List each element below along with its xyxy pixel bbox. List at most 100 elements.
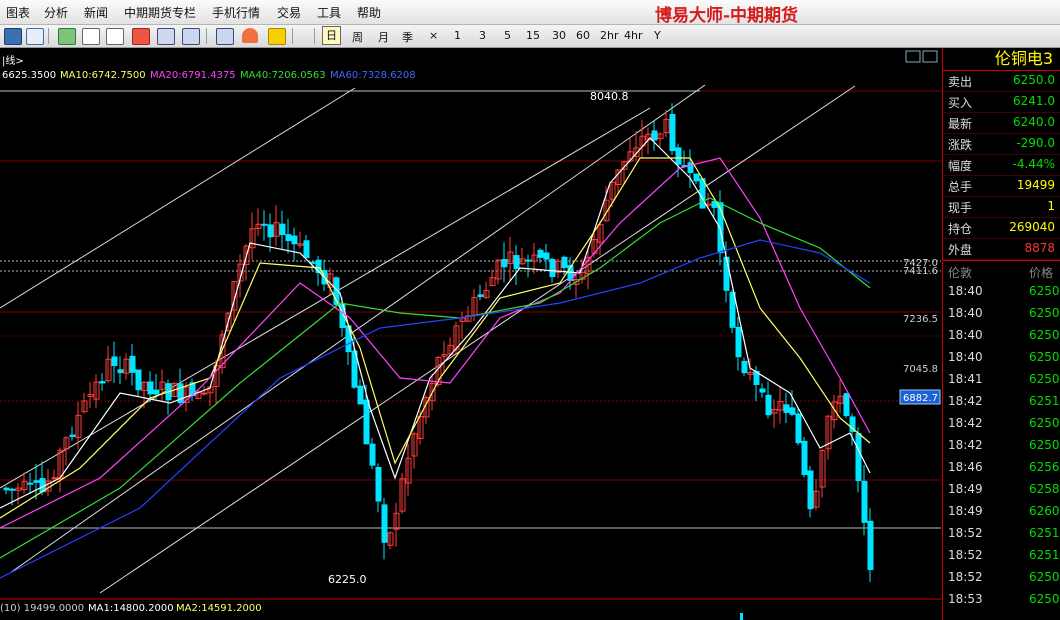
tick-price: 6251 <box>1029 526 1060 540</box>
candlestick-chart[interactable]: |线> 6625.3500 MA10:6742.7500 MA20:6791.4… <box>0 48 941 620</box>
flash-order-icon[interactable] <box>268 28 286 45</box>
period-2hr[interactable]: 2hr <box>600 29 619 42</box>
indicator-ma20: MA20:6791.4375 <box>150 70 236 81</box>
draw-line-icon[interactable] <box>216 28 234 45</box>
period-60min[interactable]: 60 <box>576 29 590 42</box>
candle-body <box>369 443 376 466</box>
period-15min[interactable]: 15 <box>526 29 540 42</box>
candle-body <box>381 504 388 543</box>
period-week[interactable]: 周 <box>352 29 363 45</box>
candle-body <box>303 240 310 259</box>
candle-body <box>651 130 658 141</box>
trend-line <box>9 84 706 574</box>
low-price-label: 6225.0 <box>328 573 367 586</box>
tick-row: 18:40 6250 <box>943 303 1060 325</box>
tick-price: 6251 <box>1029 394 1060 408</box>
menu-zhongqi-column[interactable]: 中期期货专栏 <box>124 4 196 21</box>
candle-body <box>537 249 544 258</box>
period-close[interactable]: × <box>429 29 438 42</box>
tick-time: 18:49 <box>948 482 983 496</box>
menu-mobile-quotes[interactable]: 手机行情 <box>212 4 260 21</box>
period-3min[interactable]: 3 <box>479 29 486 42</box>
tick-price: 6250 <box>1029 306 1060 320</box>
quote-value: 6241.0 <box>1013 94 1055 108</box>
trend-line <box>99 85 856 594</box>
quote-value: 8878 <box>1024 241 1055 255</box>
period-quarter[interactable]: 季 <box>402 29 413 45</box>
candle-body <box>357 385 364 405</box>
quote-value: -4.44% <box>1012 157 1055 171</box>
menu-analysis[interactable]: 分析 <box>44 4 68 21</box>
indicator-ma40: MA40:7206.0563 <box>240 70 326 81</box>
ticks-header: 伦敦 价格 <box>943 260 1060 281</box>
toolbar-separator <box>206 28 207 44</box>
candle-body <box>513 255 520 270</box>
period-month[interactable]: 月 <box>378 29 389 45</box>
quote-row: 持仓 269040 <box>943 218 1060 239</box>
tick-row: 18:49 6258 <box>943 479 1060 501</box>
chart-type-icon[interactable] <box>132 28 150 45</box>
quote-value: 269040 <box>1009 220 1055 234</box>
alarm-bell-icon[interactable] <box>242 28 258 43</box>
candle-body <box>99 381 106 384</box>
candle-body <box>279 223 286 236</box>
period-day[interactable]: 日 <box>322 26 341 45</box>
candle-body <box>501 259 508 268</box>
zoom-out-icon[interactable] <box>106 28 124 45</box>
quote-value: 6250.0 <box>1013 73 1055 87</box>
menu-tools[interactable]: 工具 <box>317 4 341 21</box>
tick-time: 18:40 <box>948 328 983 342</box>
brand-title: 博易大师-中期期货 <box>655 6 799 26</box>
period-5min[interactable]: 5 <box>504 29 511 42</box>
period-1min[interactable]: 1 <box>454 29 461 42</box>
high-price-label: 8040.8 <box>590 90 629 103</box>
tick-price: 6250 <box>1029 438 1060 452</box>
tick-row: 18:40 6250 <box>943 347 1060 369</box>
f10-info-icon[interactable] <box>26 28 44 45</box>
quote-row: 现手 1 <box>943 197 1060 218</box>
quote-panel: 伦铜电3 卖出 6250.0 买入 6241.0 最新 6240.0 涨跌 -290.0 幅度 -… <box>942 48 1060 620</box>
candle-body <box>861 480 868 523</box>
tick-time: 18:42 <box>948 416 983 430</box>
trend-line <box>0 107 651 489</box>
period-year[interactable]: Y <box>654 29 661 42</box>
candle-body <box>543 252 550 260</box>
refresh-icon[interactable] <box>58 28 76 45</box>
candle-body <box>867 520 874 570</box>
period-30min[interactable]: 30 <box>552 29 566 42</box>
layout-icon[interactable] <box>182 28 200 45</box>
candle-body <box>675 147 682 165</box>
tick-time: 18:52 <box>948 526 983 540</box>
menu-trade[interactable]: 交易 <box>277 4 301 21</box>
tick-row: 18:42 6251 <box>943 391 1060 413</box>
candle-body <box>153 389 160 395</box>
menu-news[interactable]: 新闻 <box>84 4 108 21</box>
indicator-close: 6625.3500 <box>2 70 56 81</box>
quote-row: 幅度 -4.44% <box>943 155 1060 176</box>
candle-body <box>315 259 322 273</box>
menu-help[interactable]: 帮助 <box>357 4 381 21</box>
candle-body <box>807 470 814 510</box>
tick-time: 18:41 <box>948 372 983 386</box>
tick-list[interactable]: 18:40 6250 18:40 6250 18:40 6250 18:40 6250 18:4… <box>943 281 1060 611</box>
menu-chart[interactable]: 图表 <box>6 4 30 21</box>
indicator-prefix: |线> <box>2 54 24 67</box>
scroll-right-icon[interactable] <box>922 50 938 63</box>
tick-row: 18:53 6250 <box>943 589 1060 611</box>
toolbar-separator <box>314 28 315 44</box>
quote-label: 外盘 <box>948 243 973 257</box>
ma5-line <box>0 137 871 509</box>
tick-row: 18:52 6251 <box>943 523 1060 545</box>
quote-board-icon[interactable] <box>4 28 22 45</box>
ticks-time-header: 伦敦 <box>948 266 973 280</box>
zoom-in-icon[interactable] <box>82 28 100 45</box>
price-line-label-3: 7236.5 <box>903 314 938 325</box>
indicator-icon[interactable] <box>157 28 175 45</box>
candle-body <box>783 404 790 413</box>
scroll-left-icon[interactable] <box>905 50 921 63</box>
candle-body <box>735 326 742 358</box>
tick-time: 18:49 <box>948 504 983 518</box>
candle-body <box>9 488 16 491</box>
candle-body <box>291 235 298 245</box>
period-4hr[interactable]: 4hr <box>624 29 643 42</box>
